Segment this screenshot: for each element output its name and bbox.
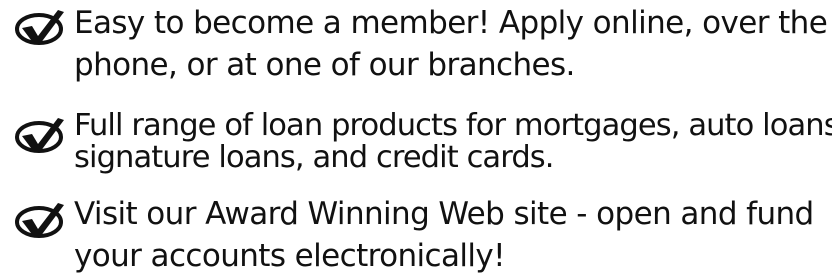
benefit-line: Visit our Award Winning Web site - open … — [74, 196, 814, 232]
benefit-line: Full range of loan products for mortgage… — [74, 108, 832, 143]
benefit-text: Full range of loan products for mortgage… — [74, 108, 832, 175]
benefit-text: Easy to become a member! Apply online, o… — [74, 2, 830, 86]
check-in-circle-icon — [15, 203, 64, 238]
check-in-circle-icon — [15, 10, 64, 45]
benefit-line: signature loans, and credit cards. — [74, 140, 554, 175]
benefit-line: your accounts electronically! — [74, 238, 506, 274]
benefit-line: Easy to become a member! Apply online, o… — [74, 5, 828, 41]
benefit-line: phone, or at one of our branches. — [74, 47, 575, 83]
check-in-circle-icon — [15, 118, 64, 153]
benefit-text: Visit our Award Winning Web site - open … — [74, 193, 830, 277]
